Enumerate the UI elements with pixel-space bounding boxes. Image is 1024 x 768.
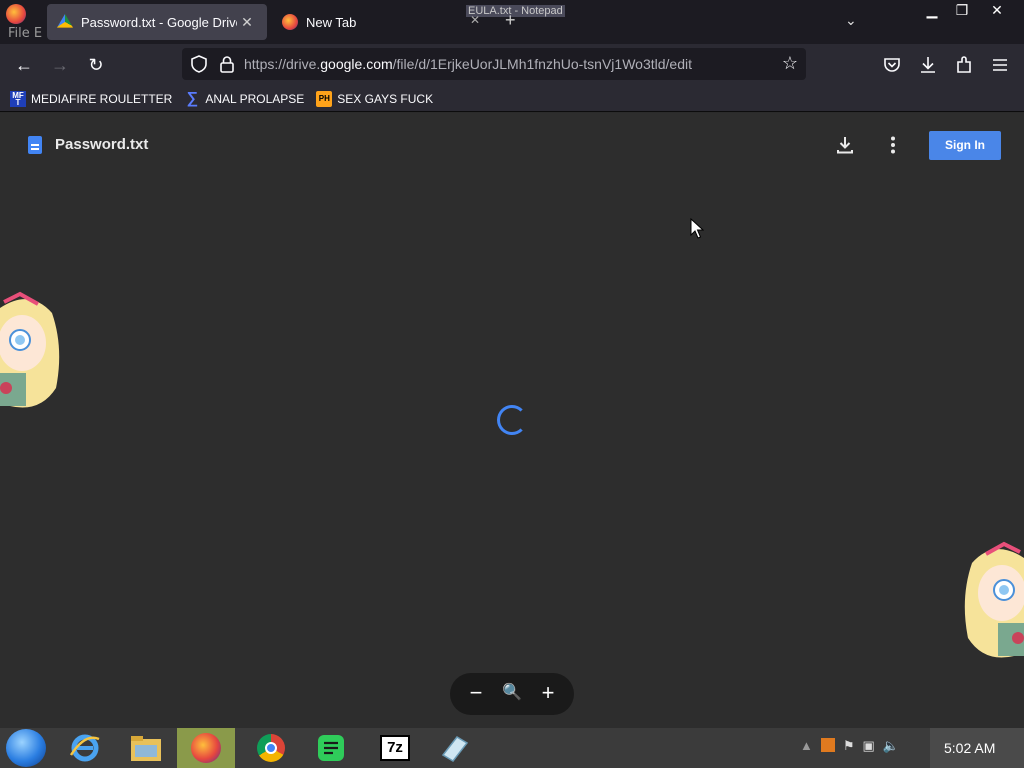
downloads-icon[interactable] xyxy=(917,54,939,76)
url-text[interactable]: https://drive.google.com/file/d/1ErjkeUo… xyxy=(244,56,692,72)
close-tab-icon[interactable]: ✕ xyxy=(470,13,480,27)
document-icon xyxy=(28,136,42,154)
chrome-icon xyxy=(257,734,285,762)
reload-button[interactable]: ↻ xyxy=(83,53,109,77)
taskbar-eraser[interactable] xyxy=(426,728,484,768)
bookmark-label: ANAL PROLAPSE xyxy=(205,91,305,106)
zoom-in-button[interactable]: + xyxy=(533,679,563,709)
taskbar-chrome[interactable] xyxy=(242,728,300,768)
forward-button[interactable]: → xyxy=(47,53,73,77)
bookmarks-toolbar: MF T MEDIAFIRE ROULETTER ∑ ANAL PROLAPSE … xyxy=(0,86,1024,112)
tab-new-tab[interactable]: New Tab xyxy=(278,4,458,40)
file-title: Password.txt xyxy=(55,136,149,153)
mf-icon: MF T xyxy=(10,90,26,107)
background-window-menu: File E xyxy=(8,26,43,41)
volume-icon[interactable]: 🔈 xyxy=(883,738,899,754)
tab-bar: File E Password.txt - Google Drive ✕ New… xyxy=(0,0,1024,44)
bookmark-star-icon[interactable]: ☆ xyxy=(782,53,798,74)
tab-label: New Tab xyxy=(306,14,357,30)
tab-label: Password.txt - Google Drive xyxy=(81,14,237,30)
more-options-icon[interactable] xyxy=(882,134,904,156)
show-hidden-icons-icon[interactable]: ▲ xyxy=(800,738,813,754)
taskbar-7zip[interactable]: 7z xyxy=(366,728,424,768)
new-tab-button[interactable]: + xyxy=(505,10,516,31)
taskbar: 7z ▲ ⚑ ▣ 🔈 5:02 AM xyxy=(0,728,1024,768)
clock[interactable]: 5:02 AM xyxy=(944,740,995,756)
restore-button[interactable]: ❐ xyxy=(945,0,979,22)
zoom-reset-icon[interactable]: 🔍 xyxy=(497,679,527,709)
navigation-toolbar: ← → ↻ https://drive.google.com/file/d/1E… xyxy=(0,44,1024,86)
minimize-button[interactable]: ▁ xyxy=(915,0,949,22)
loading-spinner xyxy=(497,405,527,435)
network-icon[interactable]: ▣ xyxy=(863,738,875,754)
download-icon[interactable] xyxy=(834,134,856,156)
sign-in-button[interactable]: Sign In xyxy=(929,131,1001,160)
taskbar-internet-explorer[interactable] xyxy=(56,728,114,768)
action-center-flag-icon[interactable]: ⚑ xyxy=(843,738,855,754)
eraser-icon xyxy=(441,736,469,762)
cartoon-character-sprite xyxy=(964,541,1024,658)
close-window-button[interactable]: ✕ xyxy=(980,0,1014,22)
zoom-out-button[interactable]: − xyxy=(461,679,491,709)
google-drive-icon xyxy=(57,14,73,28)
tracking-shield-icon[interactable] xyxy=(190,55,208,73)
pocket-icon[interactable] xyxy=(881,54,903,76)
url-bar[interactable]: https://drive.google.com/file/d/1ErjkeUo… xyxy=(182,48,806,80)
folder-icon xyxy=(131,736,161,761)
firefox-app-icon xyxy=(6,4,26,24)
tray-app-icon[interactable] xyxy=(820,738,835,752)
internet-explorer-icon xyxy=(69,734,100,762)
hamburger-menu-icon[interactable] xyxy=(989,54,1011,76)
ph-icon: PH xyxy=(316,90,333,107)
bookmark-mediafire[interactable]: MF T MEDIAFIRE ROULETTER xyxy=(10,90,173,107)
start-button[interactable] xyxy=(6,729,46,767)
firefox-icon xyxy=(191,733,221,763)
mouse-cursor-icon xyxy=(690,218,704,239)
lock-icon[interactable] xyxy=(218,55,236,73)
notes-icon xyxy=(318,735,344,761)
bookmark-label: MEDIAFIRE ROULETTER xyxy=(31,91,173,106)
taskbar-notes[interactable] xyxy=(302,728,360,768)
tab-password-drive[interactable]: Password.txt - Google Drive ✕ xyxy=(47,4,267,40)
close-tab-icon[interactable]: ✕ xyxy=(237,14,257,31)
taskbar-firefox[interactable] xyxy=(177,728,235,768)
bookmark-label: SEX GAYS FUCK xyxy=(337,91,434,106)
7zip-icon: 7z xyxy=(380,735,410,761)
drive-viewer: Password.txt Sign In − 🔍 + xyxy=(0,113,1024,728)
sigma-icon: ∑ xyxy=(186,89,199,107)
list-tabs-chevron-icon[interactable]: ⌄ xyxy=(845,12,857,29)
zoom-controls: − 🔍 + xyxy=(450,673,574,715)
extensions-icon[interactable] xyxy=(953,54,975,76)
taskbar-file-explorer[interactable] xyxy=(117,728,175,768)
firefox-icon xyxy=(282,14,298,30)
bookmark-3[interactable]: PH SEX GAYS FUCK xyxy=(316,90,434,107)
system-tray: ▲ ⚑ ▣ 🔈 xyxy=(800,738,899,754)
back-button[interactable]: ← xyxy=(11,53,37,77)
cartoon-character-sprite xyxy=(0,291,60,408)
bookmark-2[interactable]: ∑ ANAL PROLAPSE xyxy=(184,89,305,107)
